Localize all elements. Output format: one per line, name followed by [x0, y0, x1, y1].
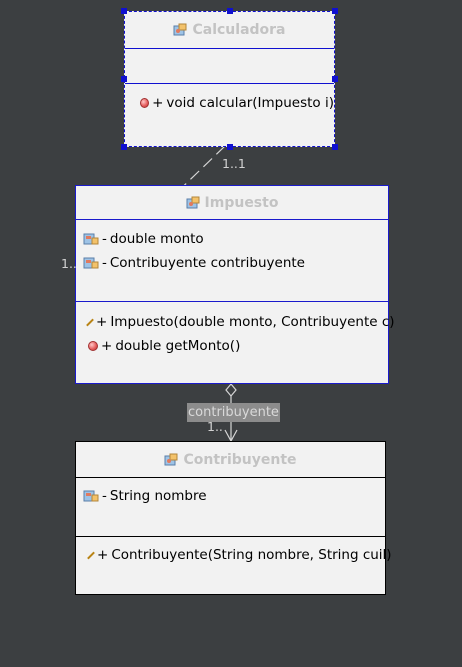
visibility-marker: +: [96, 314, 108, 330]
field-icon: [83, 489, 99, 503]
attribute-signature: Contribuyente contribuyente: [109, 255, 305, 271]
attributes-section[interactable]: [125, 49, 334, 84]
operation-signature: void calcular(Impuesto i): [166, 95, 334, 111]
class-name: Contribuyente: [183, 451, 297, 468]
class-header[interactable]: Calculadora: [125, 12, 334, 49]
operation-signature: Impuesto(double monto, Contribuyente c): [110, 314, 395, 330]
class-name: Impuesto: [204, 194, 279, 211]
resize-handle[interactable]: [121, 144, 127, 150]
multiplicity-label: 1..: [207, 419, 223, 434]
class-icon: [173, 23, 188, 37]
attribute-row[interactable]: - String nombre: [83, 487, 385, 505]
operations-section[interactable]: + Contribuyente(String nombre, String cu…: [76, 537, 392, 594]
resize-handle[interactable]: [332, 76, 338, 82]
method-icon: [88, 341, 98, 351]
class-name: Calculadora: [192, 22, 286, 38]
resize-handle[interactable]: [121, 8, 127, 14]
class-impuesto[interactable]: Impuesto - double monto - Contribuyente …: [75, 185, 395, 384]
visibility-marker: -: [102, 255, 107, 271]
class-contribuyente[interactable]: Contribuyente - String nombre + Contribu…: [75, 441, 392, 595]
method-icon: [140, 98, 150, 108]
multiplicity-label: 1..1: [222, 156, 246, 171]
visibility-marker: -: [102, 488, 107, 504]
resize-handle[interactable]: [332, 144, 338, 150]
operation-row[interactable]: + Impuesto(double monto, Contribuyente c…: [86, 313, 395, 331]
association-role-label: contribuyente: [187, 403, 280, 422]
operations-section[interactable]: + void calcular(Impuesto i): [125, 84, 334, 144]
operation-signature: Contribuyente(String nombre, String cuil…: [111, 547, 392, 563]
diagram-canvas[interactable]: Calculadora + void calcular(Impuesto i) …: [0, 0, 462, 667]
resize-handle[interactable]: [227, 8, 233, 14]
resize-handle[interactable]: [332, 8, 338, 14]
resize-handle[interactable]: [227, 144, 233, 150]
multiplicity-label: 1..: [61, 256, 77, 271]
attributes-section[interactable]: - String nombre: [76, 478, 385, 537]
operation-row[interactable]: + double getMonto(): [88, 337, 388, 355]
class-icon: [164, 453, 179, 467]
operation-row[interactable]: + Contribuyente(String nombre, String cu…: [87, 546, 392, 564]
class-icon: [186, 196, 201, 210]
attribute-signature: double monto: [109, 231, 204, 247]
operation-signature: double getMonto(): [115, 338, 241, 354]
field-icon: [83, 256, 99, 270]
attributes-section[interactable]: - double monto - Contribuyente contribuy…: [76, 220, 388, 302]
class-calculadora[interactable]: Calculadora + void calcular(Impuesto i): [121, 8, 338, 150]
visibility-marker: +: [101, 338, 113, 354]
class-header[interactable]: Impuesto: [76, 186, 388, 220]
visibility-marker: +: [152, 95, 164, 111]
resize-handle[interactable]: [121, 76, 127, 82]
operation-row[interactable]: + void calcular(Impuesto i): [140, 94, 334, 112]
aggregation-arrowhead: [224, 429, 238, 443]
attribute-row[interactable]: - Contribuyente contribuyente: [83, 254, 388, 272]
aggregation-diamond: [225, 383, 237, 397]
attribute-signature: String nombre: [109, 488, 207, 504]
constructor-icon: [87, 551, 95, 559]
attribute-row[interactable]: - double monto: [83, 230, 388, 248]
visibility-marker: -: [102, 231, 107, 247]
visibility-marker: +: [97, 547, 109, 563]
class-header[interactable]: Contribuyente: [76, 442, 385, 478]
operations-section[interactable]: + Impuesto(double monto, Contribuyente c…: [76, 302, 395, 383]
field-icon: [83, 232, 99, 246]
constructor-icon: [86, 318, 94, 326]
